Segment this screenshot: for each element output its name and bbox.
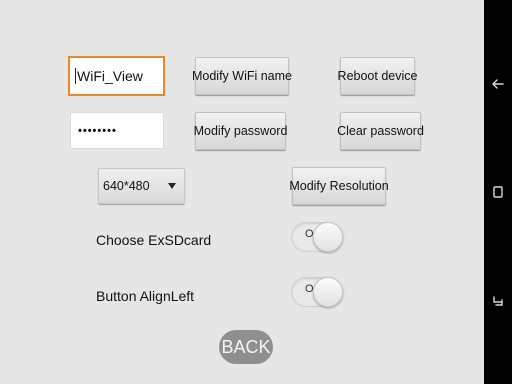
- exsdcard-toggle[interactable]: O: [291, 222, 343, 252]
- modify-password-button[interactable]: Modify password: [194, 112, 287, 150]
- home-square-icon[interactable]: [484, 178, 512, 206]
- back-button[interactable]: BACK: [219, 330, 273, 364]
- exsdcard-label: Choose ExSDcard: [96, 232, 212, 248]
- text-cursor: [75, 68, 76, 84]
- dropdown-arrow-icon: [168, 183, 176, 189]
- toggle-knob: [313, 277, 343, 307]
- wifi-password-value: ••••••••: [78, 124, 117, 137]
- wifi-password-input[interactable]: ••••••••: [70, 112, 164, 149]
- align-left-label: Button AlignLeft: [96, 288, 195, 304]
- system-navigation-bar: [484, 0, 512, 384]
- wifi-name-input[interactable]: WiFi_View: [68, 56, 165, 96]
- clear-password-button[interactable]: Clear password: [337, 112, 424, 150]
- settings-screen: WiFi_View Modify WiFi name Reboot device…: [0, 0, 484, 384]
- recent-apps-icon[interactable]: [484, 287, 512, 315]
- back-arrow-icon[interactable]: [484, 70, 512, 98]
- reboot-device-button[interactable]: Reboot device: [338, 57, 417, 95]
- modify-wifi-name-button[interactable]: Modify WiFi name: [192, 57, 292, 95]
- resolution-selected-value: 640*480: [103, 179, 150, 193]
- toggle-knob: [313, 222, 343, 252]
- modify-resolution-button[interactable]: Modify Resolution: [289, 167, 389, 205]
- wifi-name-value: WiFi_View: [77, 68, 143, 84]
- align-left-toggle[interactable]: O: [291, 277, 343, 307]
- resolution-dropdown[interactable]: 640*480: [98, 168, 185, 204]
